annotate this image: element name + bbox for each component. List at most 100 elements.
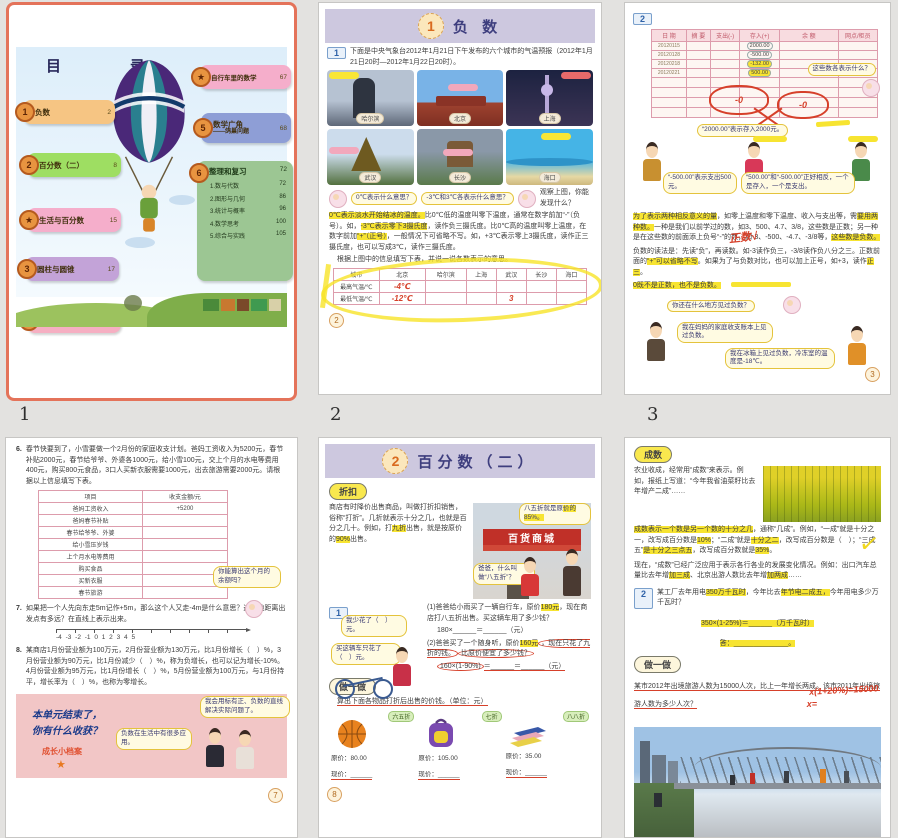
- toc-item-page: 2: [107, 109, 111, 116]
- highlighter-stroke: [320, 263, 331, 308]
- temperature-tag: [561, 72, 591, 79]
- unit-summary-box: 本单元结束了， 你有什么收获？ 成长小档案 ★ 负数在生活中有很多应用。 我会用…: [16, 694, 287, 778]
- handwritten-answer: -4℃: [394, 282, 411, 291]
- thumbnail-page-6-chengshu[interactable]: 成数 农业收成，经常用“成数”来表示。例如，报纸上写道：“今年我省油菜籽比去年增…: [624, 437, 891, 838]
- thumbnail-label-2: 2: [330, 404, 341, 425]
- store-sign: 百货商城: [483, 529, 581, 546]
- speech-bubble: 我在妈妈的家庭收支账本上见过负数。: [677, 322, 773, 344]
- child-character-illustration: [234, 730, 256, 769]
- toc-item-number: 1: [15, 102, 35, 122]
- river-bank: [634, 783, 694, 838]
- speech-bubble: “500.00”和“-500.00”正好相反，一个是存入，一个是支出。: [741, 172, 855, 194]
- thumbnail-page-2-fushu[interactable]: 1 负 数 1 下面是中央气象台2012年1月21日下午发布的六个城市的气温预报…: [318, 2, 602, 395]
- concept-paragraph-2: 负数的读法是：先读“负”，再读数。如-3读作负三，-3/8读作负八分之三。正数前…: [633, 247, 882, 279]
- toc-item-baifenshu[interactable]: 2 百分数（二） 8: [27, 153, 121, 177]
- pedestrian: [784, 771, 789, 783]
- city-caption: 哈尔滨: [356, 113, 384, 124]
- original-price: 原价：35.00: [506, 752, 589, 761]
- thumbnail-page-5-zhekou[interactable]: 2 百分数（二） 折扣 商店有时降价出售商品，叫做打折扣销售，俗称“打折”。几折…: [318, 437, 602, 838]
- thumbnail-page-1-toc[interactable]: 目 录 1 负数 2 2: [6, 2, 297, 401]
- city-photo-harbin: 哈尔滨: [327, 70, 414, 126]
- toc-item-fushu[interactable]: 1 负数 2: [23, 100, 115, 124]
- thumbnail-label-3: 3: [647, 404, 658, 425]
- highlighter-stroke: [753, 136, 787, 142]
- handwritten-answer: 3: [509, 294, 513, 303]
- chapter-number-badge: 1: [418, 13, 444, 39]
- speech-bubble: 这些数各表示什么？: [808, 63, 877, 76]
- page-number-badge: 2: [329, 313, 344, 328]
- budget-value: +5200: [142, 503, 227, 515]
- city-caption: 海口: [539, 172, 561, 183]
- practice-question-wrap: 某市2012年出境旅游人数为15000人次，比上一年增长两成。该市2011年出境…: [634, 675, 881, 711]
- number-line-labels: -4 -3 -2 -1 0 1 2 3 4 5: [56, 634, 246, 641]
- item-backpack: 七折 原价：105.00 现价：______: [418, 711, 501, 781]
- page-number-badge: 7: [268, 788, 283, 803]
- red-scribble-circle: -0: [777, 91, 829, 119]
- formula-2: 160×(1-90%)＝______＝______（元）: [437, 662, 591, 673]
- speech-bubble: 你还在什么地方见过负数？: [667, 300, 755, 313]
- highlighter-stroke: [731, 282, 791, 287]
- star-icon: ★: [56, 758, 66, 771]
- temperature-tag: [448, 84, 478, 91]
- budget-table[interactable]: 项目收支金额/元 爸妈工资收入+5200 爸妈春节补贴 春节给爷爷、外婆 给小雪…: [38, 490, 228, 599]
- toc-subitem[interactable]: 1.数与代数72: [210, 181, 286, 190]
- thumbnail-grid: 目 录 1 负数 2 2: [0, 0, 898, 838]
- chapter-title: 负 数: [453, 16, 502, 37]
- toc-item-yuanzhu[interactable]: 3 圆柱与圆锥 17: [25, 257, 119, 281]
- pedestrian: [730, 775, 735, 785]
- section-pill-zhekou: 折扣: [329, 483, 367, 500]
- city-photo-shanghai: 上海: [506, 70, 593, 126]
- discount-tag: 七折: [482, 711, 502, 722]
- city-caption: 北京: [449, 113, 471, 124]
- chapter-title-bar: 2 百分数（二）: [325, 444, 595, 478]
- child-character-illustration: [391, 647, 413, 686]
- toc-subitem[interactable]: 5.综合与实践105: [210, 231, 286, 240]
- zero-rule-statement: 0既不是正数，也不是负数。: [633, 282, 721, 289]
- child-character-illustration: [519, 557, 541, 596]
- discount-tag: 六五折: [388, 711, 414, 722]
- question-6: 6. 春节快要到了，小雪要做一个2月份的家庭收支计划。爸妈工资收入为5200元，…: [16, 445, 287, 487]
- toc-item-zhengli[interactable]: 6 整理和复习 72 1.数与代数72 2.图形与几何86 3.统计与概率96 …: [197, 161, 293, 281]
- speech-bubble: “-500.00”表示支出500元。: [663, 172, 737, 194]
- toc-item-shuxueguangjiao[interactable]: 5 数学广角 ——鸽巢问题 68: [201, 113, 291, 143]
- speech-bubble: 0℃表示什么意思？: [351, 192, 417, 205]
- city-photo-grid: 哈尔滨 北京 上海 武汉 长沙: [327, 70, 593, 185]
- notebooks-icon: [508, 721, 548, 747]
- thumbnail-page-3-fushu2[interactable]: 2 日 期 摘 要 支出(-) 存入(+) 余 额 网点/柜员 20120115…: [624, 2, 891, 395]
- toc-subitem[interactable]: 4.数学思考100: [210, 219, 286, 228]
- chengshu-intro-row: 农业收成，经常用“成数”来表示。例如，报纸上写道：“今年我省油菜籽比去年增产二成…: [634, 466, 881, 522]
- answer-line: 答：______________。: [720, 640, 796, 647]
- toc-item-zixingche[interactable]: ★ 自行车里的数学 67: [199, 65, 291, 89]
- summary-line-1: 本单元结束了，: [32, 706, 102, 721]
- page-number-badge: 8: [327, 787, 342, 802]
- toc-item-page: 17: [108, 266, 115, 273]
- toc-item-page: 8: [113, 162, 117, 169]
- bicycle-scene: 1 我少花了（ ）元。 买这辆车只花了（ ）元。: [329, 603, 421, 672]
- chengshu-definition: 成数表示一个数是另一个数的十分之几，通称“几成”。例如，“一成”就是十分之一，改…: [634, 525, 881, 557]
- toc-subitem[interactable]: 3.统计与概率96: [210, 206, 286, 215]
- weather-table[interactable]: 城市 北京 哈尔滨 上海 武汉 长沙 海口 最高气温/℃ -4℃ 最低气温/℃ …: [333, 268, 587, 305]
- discount-items-row: 六五折 原价：80.00 现价：______ 七折 原价：105.00 现价：_…: [331, 711, 589, 781]
- exercise-number-icon: 2: [634, 588, 653, 609]
- toc-subitem[interactable]: 2.图形与几何86: [210, 194, 286, 203]
- concept-paragraph: 0℃表示淡水开始结冰的温度。比0℃低的温度叫零下温度，通常在数字前加“-”（负号…: [329, 211, 591, 253]
- city-caption: 上海: [539, 113, 561, 124]
- section-pill-chengshu: 成数: [634, 446, 672, 463]
- toc-item-shenghuo[interactable]: ★ 生活与百分数 15: [27, 208, 121, 232]
- page-number-badge: 3: [865, 367, 880, 382]
- speech-bubble: 我在冰箱上见过负数，冷冻室的温度是-18℃。: [725, 348, 835, 370]
- handwritten-answer: -12℃: [392, 294, 413, 303]
- sheet-value-highlighted: -132.00: [747, 60, 772, 68]
- thumbnail-page-4-review[interactable]: 6. 春节快要到了，小雪要做一个2月份的家庭收支计划。爸妈工资收入为5200元，…: [5, 437, 298, 838]
- sheet-value: -500.00: [747, 51, 772, 59]
- city-photo-wuhan: 武汉: [327, 129, 414, 185]
- landscape-illustration: [16, 291, 287, 327]
- toc-item-label: 圆柱与圆锥: [37, 264, 75, 275]
- pedestrian: [654, 793, 662, 807]
- current-price: 现价：______: [331, 770, 372, 780]
- fairy-icon: [783, 296, 801, 314]
- weather-table-wrap: 城市 北京 哈尔滨 上海 武汉 长沙 海口 最高气温/℃ -4℃ 最低气温/℃ …: [333, 268, 587, 305]
- observe-question: 观察上图，你能发现什么？: [540, 188, 591, 209]
- exercise-number-icon: 1: [327, 47, 346, 59]
- pedestrian: [820, 769, 826, 783]
